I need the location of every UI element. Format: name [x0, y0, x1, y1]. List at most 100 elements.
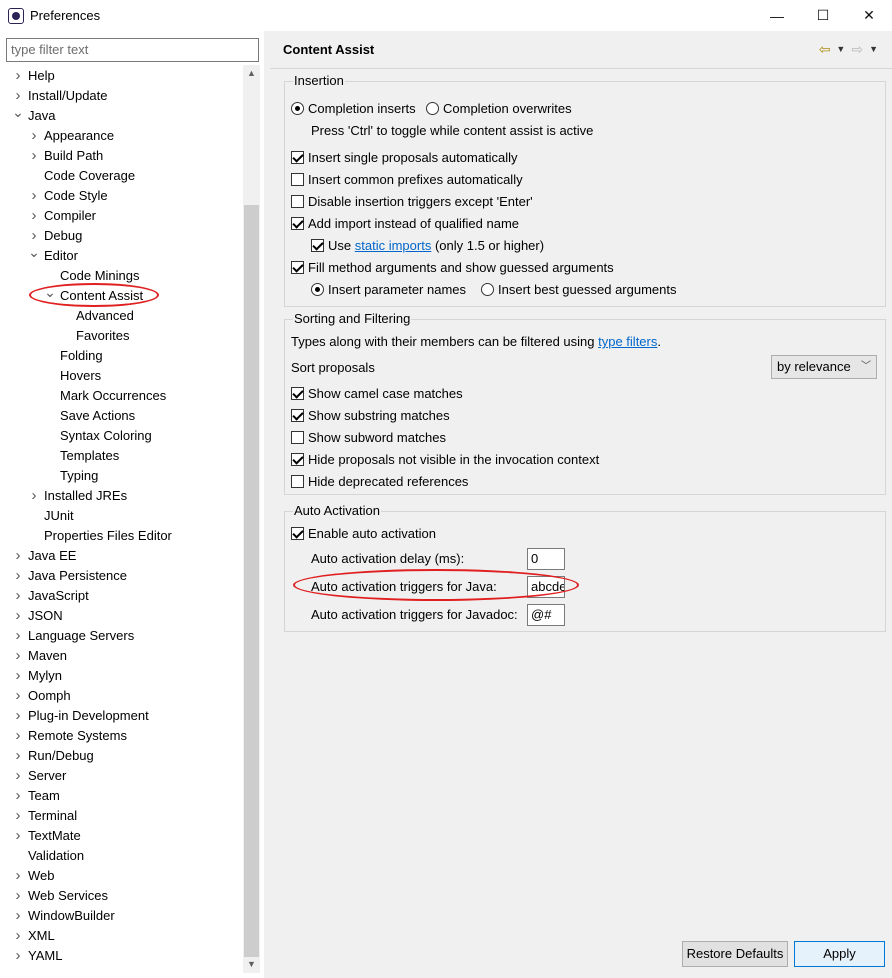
checkbox-checked-icon[interactable] [291, 261, 304, 274]
chevron-right-icon[interactable]: › [12, 926, 24, 946]
chevron-right-icon[interactable]: › [12, 546, 24, 566]
checkbox-unchecked-icon[interactable] [291, 475, 304, 488]
checkbox-unchecked-icon[interactable] [291, 173, 304, 186]
tree-item[interactable]: Syntax Coloring [0, 426, 243, 446]
chevron-right-icon[interactable]: › [12, 746, 24, 766]
back-arrow-icon[interactable]: ⇦ [819, 41, 831, 58]
tree-item[interactable]: › Team [0, 786, 243, 806]
tree-item[interactable]: Properties Files Editor [0, 526, 243, 546]
restore-defaults-button[interactable]: Restore Defaults [682, 941, 788, 967]
fill-method-args-checkbox[interactable]: Fill method arguments and show guessed a… [291, 259, 614, 277]
tree-item[interactable]: › Remote Systems [0, 726, 243, 746]
tree-item[interactable]: › WindowBuilder [0, 906, 243, 926]
forward-menu-chevron-icon[interactable]: ▼ [869, 44, 878, 54]
javadoc-triggers-input[interactable]: @# [527, 604, 565, 626]
radio-selected-icon[interactable] [311, 283, 324, 296]
checkbox-checked-icon[interactable] [291, 527, 304, 540]
chevron-right-icon[interactable]: › [12, 906, 24, 926]
tree-item[interactable]: Hovers [0, 366, 243, 386]
enable-auto-activation-checkbox[interactable]: Enable auto activation [291, 525, 436, 543]
tree-item[interactable]: › Help [0, 66, 243, 86]
tree-item[interactable]: › Java EE [0, 546, 243, 566]
back-menu-chevron-icon[interactable]: ▼ [836, 44, 845, 54]
tree-item[interactable]: Code Coverage [0, 166, 243, 186]
type-filters-link[interactable]: type filters [598, 334, 657, 349]
tree-item[interactable]: › Language Servers [0, 626, 243, 646]
tree-item[interactable]: Advanced [0, 306, 243, 326]
chevron-right-icon[interactable]: › [12, 766, 24, 786]
checkbox-checked-icon[interactable] [291, 409, 304, 422]
checkbox-checked-icon[interactable] [291, 387, 304, 400]
tree-item[interactable]: Validation [0, 846, 243, 866]
scroll-up-icon[interactable]: ▲ [243, 65, 260, 82]
chevron-right-icon[interactable]: › [12, 866, 24, 886]
insert-common-checkbox[interactable]: Insert common prefixes automatically [291, 171, 523, 189]
tree-item[interactable]: › Plug-in Development [0, 706, 243, 726]
tree-item[interactable]: › JavaScript [0, 586, 243, 606]
chevron-right-icon[interactable]: › [12, 706, 24, 726]
chevron-down-icon[interactable]: ⌄ [44, 282, 56, 302]
tree-item[interactable]: › TextMate [0, 826, 243, 846]
chevron-right-icon[interactable]: › [12, 686, 24, 706]
apply-button[interactable]: Apply [794, 941, 885, 967]
checkbox-unchecked-icon[interactable] [291, 195, 304, 208]
insert-param-names-radio[interactable]: Insert parameter names [311, 281, 466, 299]
sort-proposals-select[interactable]: by relevance ﹀ [771, 355, 877, 379]
checkbox-checked-icon[interactable] [291, 217, 304, 230]
chevron-right-icon[interactable]: › [28, 186, 40, 206]
substring-checkbox[interactable]: Show substring matches [291, 407, 450, 425]
tree-item[interactable]: Favorites [0, 326, 243, 346]
completion-overwrites-radio[interactable]: Completion overwrites [426, 100, 572, 118]
hide-deprecated-checkbox[interactable]: Hide deprecated references [291, 473, 468, 491]
tree-item[interactable]: › Server [0, 766, 243, 786]
insert-single-checkbox[interactable]: Insert single proposals automatically [291, 149, 518, 167]
checkbox-checked-icon[interactable] [311, 239, 324, 252]
add-import-checkbox[interactable]: Add import instead of qualified name [291, 215, 519, 233]
chevron-right-icon[interactable]: › [12, 586, 24, 606]
close-button[interactable]: ✕ [846, 0, 892, 31]
tree-item[interactable]: ⌄ Java [0, 104, 243, 126]
tree-item[interactable]: › Oomph [0, 686, 243, 706]
radio-selected-icon[interactable] [291, 102, 304, 115]
insert-best-guessed-radio[interactable]: Insert best guessed arguments [481, 281, 677, 299]
tree-item[interactable]: › JSON [0, 606, 243, 626]
tree-item[interactable]: Typing [0, 466, 243, 486]
chevron-right-icon[interactable]: › [28, 486, 40, 506]
minimize-button[interactable]: — [754, 0, 800, 31]
chevron-right-icon[interactable]: › [12, 66, 24, 86]
radio-unselected-icon[interactable] [481, 283, 494, 296]
scroll-down-icon[interactable]: ▼ [243, 956, 260, 973]
chevron-right-icon[interactable]: › [12, 826, 24, 846]
chevron-right-icon[interactable]: › [12, 946, 24, 966]
tree-item[interactable]: Mark Occurrences [0, 386, 243, 406]
use-static-imports-checkbox[interactable]: Use static imports (only 1.5 or higher) [311, 237, 544, 255]
chevron-right-icon[interactable]: › [12, 886, 24, 906]
tree-item[interactable]: › Maven [0, 646, 243, 666]
maximize-button[interactable]: ☐ [800, 0, 846, 31]
chevron-right-icon[interactable]: › [12, 566, 24, 586]
tree-item[interactable]: › YAML [0, 946, 243, 966]
chevron-right-icon[interactable]: › [28, 126, 40, 146]
radio-unselected-icon[interactable] [426, 102, 439, 115]
tree-item[interactable]: › Java Persistence [0, 566, 243, 586]
chevron-right-icon[interactable]: › [28, 146, 40, 166]
tree-item[interactable]: JUnit [0, 506, 243, 526]
chevron-right-icon[interactable]: › [28, 206, 40, 226]
checkbox-unchecked-icon[interactable] [291, 431, 304, 444]
subword-checkbox[interactable]: Show subword matches [291, 429, 446, 447]
checkbox-checked-icon[interactable] [291, 151, 304, 164]
tree-item[interactable]: › XML [0, 926, 243, 946]
tree-item[interactable]: › Terminal [0, 806, 243, 826]
tree-item[interactable]: › Installed JREs [0, 486, 243, 506]
tree-item[interactable]: › Install/Update [0, 86, 243, 106]
chevron-right-icon[interactable]: › [12, 606, 24, 626]
forward-arrow-icon[interactable]: ⇨ [851, 41, 863, 58]
chevron-right-icon[interactable]: › [12, 646, 24, 666]
chevron-right-icon[interactable]: › [12, 626, 24, 646]
static-imports-link[interactable]: static imports [355, 238, 432, 253]
tree-item[interactable]: › Build Path [0, 146, 243, 166]
tree-item[interactable]: › Appearance [0, 126, 243, 146]
java-triggers-input[interactable]: abcdefghijklmnopqrstuvwxyz. [527, 576, 565, 598]
chevron-right-icon[interactable]: › [12, 666, 24, 686]
chevron-down-icon[interactable]: ⌄ [28, 242, 40, 262]
